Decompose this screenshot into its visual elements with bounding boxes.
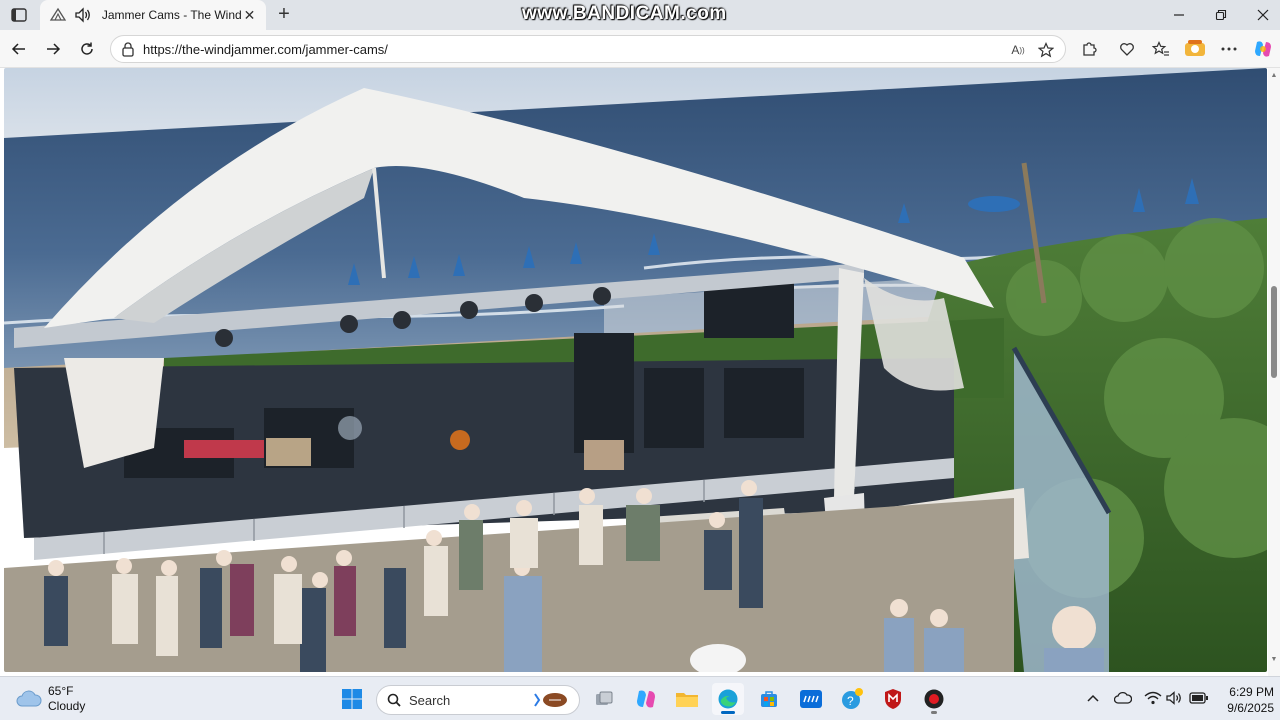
clock-date: 9/6/2025: [1227, 701, 1274, 715]
weather-temperature: 65°F: [48, 684, 74, 698]
search-highlight-football-icon: [534, 693, 567, 707]
search-icon: [387, 693, 401, 707]
minimize-icon: [1174, 14, 1184, 16]
task-view-button[interactable]: [588, 683, 620, 715]
speaker-audio-icon[interactable]: [73, 6, 94, 24]
hp-support-icon: ?: [842, 688, 863, 709]
arrow-right-icon: [47, 43, 61, 55]
web-content: ▲ ▼: [0, 68, 1280, 676]
scroll-up-icon[interactable]: ▲: [1270, 72, 1278, 80]
refresh-button[interactable]: [74, 36, 100, 62]
more-horizontal-icon: [1221, 47, 1237, 51]
settings-more-button[interactable]: [1216, 36, 1242, 62]
wifi-icon[interactable]: [1142, 687, 1164, 709]
browser-tab-active[interactable]: Jammer Cams - The Windjammer ✕: [40, 0, 266, 30]
tab-close-button[interactable]: ✕: [241, 6, 258, 24]
clock-time: 6:29 PM: [1229, 685, 1274, 699]
task-view-icon: [596, 691, 613, 705]
taskbar-search[interactable]: Search: [376, 685, 580, 715]
record-icon: [924, 689, 944, 709]
scroll-down-icon[interactable]: ▼: [1270, 656, 1278, 664]
browser-toolbar: https://the-windjammer.com/jammer-cams/ …: [0, 30, 1280, 68]
arrow-left-icon: [11, 43, 25, 55]
onedrive-tray-icon[interactable]: [1112, 687, 1134, 709]
battery-icon[interactable]: [1188, 687, 1210, 709]
volume-icon[interactable]: [1164, 687, 1186, 709]
new-tab-button[interactable]: +: [272, 3, 296, 27]
address-url[interactable]: https://the-windjammer.com/jammer-cams/: [143, 42, 388, 57]
mcafee-app[interactable]: [877, 683, 909, 715]
performance-heart-icon: [1120, 43, 1134, 56]
favorites-button[interactable]: [1148, 36, 1174, 62]
address-bar[interactable]: https://the-windjammer.com/jammer-cams/ …: [110, 35, 1066, 63]
running-app-indicator: [931, 711, 937, 714]
file-explorer-app[interactable]: [671, 683, 703, 715]
restore-button[interactable]: [1198, 0, 1244, 30]
system-clock[interactable]: 6:29 PM 9/6/2025: [1212, 684, 1274, 716]
edge-browser-icon: [718, 689, 738, 709]
start-button[interactable]: [338, 683, 366, 715]
tab-title: Jammer Cams - The Windjammer: [101, 8, 241, 22]
close-icon: [1257, 9, 1269, 21]
windows-logo-icon: [342, 689, 362, 709]
recording-watermark: www.BANDICAM.com: [522, 3, 727, 24]
extensions-button[interactable]: [1076, 36, 1102, 62]
mcafee-shield-icon: [885, 689, 901, 709]
folder-icon: [676, 693, 698, 707]
svg-text:?: ?: [847, 694, 854, 708]
edge-browser-app[interactable]: [712, 683, 744, 715]
scrollbar-thumb[interactable]: [1271, 286, 1277, 378]
minimize-button[interactable]: [1156, 0, 1202, 30]
restore-icon: [1215, 9, 1227, 21]
profile-button[interactable]: [1182, 36, 1208, 62]
weather-condition: Cloudy: [48, 699, 86, 713]
chevron-up-icon: [1087, 694, 1099, 702]
guitar: [450, 430, 470, 450]
weather-widget[interactable]: 65°F Cloudy: [16, 683, 85, 715]
window-close-button[interactable]: [1240, 0, 1280, 30]
microsoft-store-app[interactable]: [753, 683, 785, 715]
site-info-lock-icon[interactable]: [119, 40, 137, 58]
windows-taskbar: 65°F Cloudy Search ? 6:29 PM 9/6/2025: [0, 676, 1280, 720]
profile-avatar-icon: [1185, 40, 1205, 56]
beach-stage-scene: [4, 68, 1267, 672]
cloudy-weather-icon: [16, 690, 42, 707]
page-scrollbar[interactable]: ▲ ▼: [1268, 68, 1280, 676]
copilot-icon: [637, 690, 655, 708]
tab-actions-icon: [11, 8, 27, 22]
show-hidden-icons-button[interactable]: [1082, 687, 1104, 709]
copilot-taskbar-app[interactable]: [630, 683, 662, 715]
back-button[interactable]: [6, 36, 32, 62]
myhp-icon: [800, 690, 822, 708]
myhp-app[interactable]: [795, 683, 827, 715]
tab-actions-button[interactable]: [6, 4, 32, 26]
forward-button[interactable]: [40, 36, 66, 62]
read-aloud-icon[interactable]: A)): [1007, 40, 1029, 60]
copilot-icon: [1255, 41, 1271, 57]
search-placeholder: Search: [409, 692, 451, 708]
bandicam-app[interactable]: [918, 683, 950, 715]
puzzle-icon: [1083, 42, 1097, 56]
active-app-indicator: [721, 711, 735, 714]
performance-button[interactable]: [1114, 36, 1140, 62]
drum-kit: [338, 416, 362, 440]
copilot-button[interactable]: [1250, 36, 1276, 62]
site-favicon-icon: [48, 6, 69, 24]
favorites-list-icon: [1152, 41, 1169, 56]
refresh-icon: [81, 42, 93, 55]
hp-support-app[interactable]: ?: [836, 683, 868, 715]
jammer-cam-video[interactable]: [4, 68, 1267, 672]
tab-strip: Jammer Cams - The Windjammer ✕ + www.BAN…: [0, 0, 1280, 30]
store-bag-icon: [761, 691, 777, 707]
favorite-star-icon[interactable]: [1035, 40, 1057, 60]
stage-keyboard-case: [184, 440, 264, 458]
